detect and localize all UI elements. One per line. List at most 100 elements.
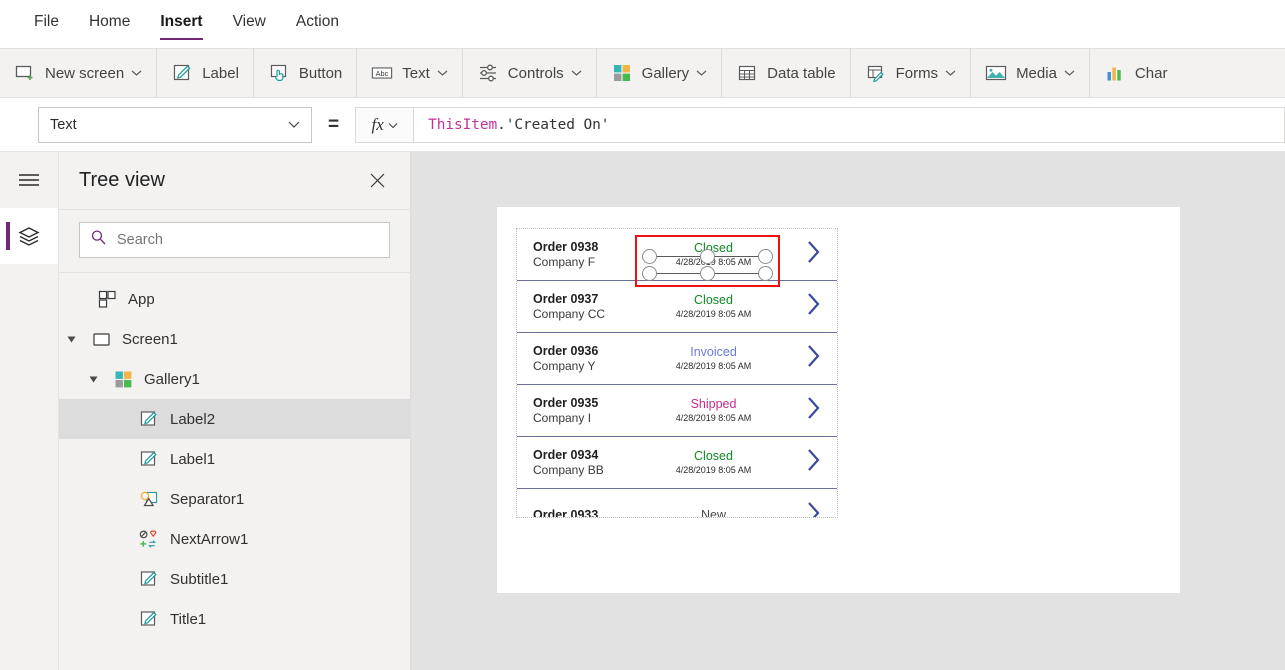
chevron-right-icon[interactable] bbox=[805, 291, 822, 322]
tree-item-nextarrow1[interactable]: NextArrow1 bbox=[59, 519, 410, 559]
menu-item-home[interactable]: Home bbox=[89, 11, 130, 37]
tree-item-screen1[interactable]: Screen1 bbox=[59, 319, 410, 359]
ribbon-media-label: Media bbox=[1016, 64, 1057, 82]
status-label: Closed bbox=[694, 292, 733, 307]
menu-item-insert[interactable]: Insert bbox=[160, 11, 203, 40]
powerapps-studio: File Home Insert View Action New screen bbox=[0, 0, 1285, 670]
tree-item-label1[interactable]: Label1 bbox=[59, 439, 410, 479]
ribbon-controls[interactable]: Controls bbox=[463, 48, 597, 98]
search-icon bbox=[90, 229, 107, 251]
ribbon-gallery[interactable]: Gallery bbox=[597, 48, 723, 98]
gallery-row-left: Order 0933 bbox=[533, 508, 638, 518]
media-image-icon bbox=[985, 62, 1007, 84]
gallery-row-mid: Closed 4/28/2019 8:05 AM bbox=[638, 449, 789, 477]
chevron-right-icon[interactable] bbox=[805, 395, 822, 426]
resize-handle-bottom-left[interactable] bbox=[642, 266, 657, 281]
gallery-grid-icon bbox=[113, 369, 133, 389]
expand-triangle-icon[interactable] bbox=[63, 335, 79, 344]
ribbon-data-table-label: Data table bbox=[767, 64, 836, 82]
ribbon-charts[interactable]: Char bbox=[1090, 48, 1182, 98]
status-label: Shipped bbox=[690, 396, 737, 411]
title-label: Order 0935 bbox=[533, 395, 599, 410]
ribbon-button[interactable]: Button bbox=[254, 48, 358, 98]
title-label: Order 0937 bbox=[533, 291, 599, 306]
ribbon-media[interactable]: Media bbox=[971, 48, 1090, 98]
ribbon-new-screen[interactable]: New screen bbox=[0, 48, 158, 98]
tree-item-label2[interactable]: Label2 bbox=[59, 399, 410, 439]
title-label: Order 0938 bbox=[533, 239, 599, 254]
created-on-label: 4/28/2019 8:05 AM bbox=[675, 360, 752, 371]
formula-input[interactable]: ThisItem .'Created On' bbox=[413, 106, 1285, 143]
gallery-row[interactable]: Order 0937 Company CC Closed 4/28/2019 8… bbox=[517, 281, 837, 333]
tree-item-separator1[interactable]: Separator1 bbox=[59, 479, 410, 519]
formula-token-thisitem: ThisItem bbox=[428, 116, 498, 133]
tree-item-label: Label2 bbox=[170, 410, 216, 428]
tree-item-subtitle1[interactable]: Subtitle1 bbox=[59, 559, 410, 599]
gallery-row-mid: Invoiced 4/28/2019 8:05 AM bbox=[638, 345, 789, 373]
subtitle-label: Company F bbox=[533, 254, 596, 269]
status-label: Closed bbox=[694, 448, 733, 463]
app-canvas[interactable]: Order 0938 Company F Closed 4/28/2019 8:… bbox=[411, 152, 1285, 670]
resize-handle-bottom-right[interactable] bbox=[758, 266, 773, 281]
property-dropdown[interactable]: Text bbox=[38, 106, 312, 143]
label-icon bbox=[139, 569, 159, 589]
fx-button[interactable]: fx bbox=[355, 106, 414, 143]
fx-label: fx bbox=[371, 114, 384, 134]
resize-handle-top-right[interactable] bbox=[758, 249, 773, 264]
chevron-down-icon bbox=[1064, 69, 1075, 77]
menu-item-file[interactable]: File bbox=[34, 11, 59, 37]
chevron-down-icon bbox=[571, 69, 582, 77]
tree-item-title1[interactable]: Title1 bbox=[59, 599, 410, 639]
gallery-row-left: Order 0937 Company CC bbox=[533, 292, 638, 322]
layers-tree-icon[interactable] bbox=[0, 208, 58, 264]
tree-item-gallery1[interactable]: Gallery1 bbox=[59, 359, 410, 399]
text-abc-icon: Abc bbox=[371, 62, 393, 84]
chevron-right-icon[interactable] bbox=[805, 239, 822, 270]
property-dropdown-value: Text bbox=[50, 116, 77, 133]
screen-preview[interactable]: Order 0938 Company F Closed 4/28/2019 8:… bbox=[497, 207, 1180, 593]
search-input[interactable] bbox=[117, 232, 379, 248]
chevron-right-icon[interactable] bbox=[805, 343, 822, 374]
resize-handle-top-left[interactable] bbox=[642, 249, 657, 264]
gallery-row[interactable]: Order 0936 Company Y Invoiced 4/28/2019 … bbox=[517, 333, 837, 385]
tree-item-label: NextArrow1 bbox=[170, 530, 249, 548]
subtitle-label: Company I bbox=[533, 410, 592, 425]
ribbon-data-table[interactable]: Data table bbox=[722, 48, 851, 98]
search-box[interactable] bbox=[79, 222, 390, 258]
chevron-right-icon[interactable] bbox=[805, 500, 822, 517]
ribbon-text-label: Text bbox=[402, 64, 430, 82]
gallery-row-left: Order 0938 Company F bbox=[533, 240, 638, 270]
gallery-row[interactable]: Order 0934 Company BB Closed 4/28/2019 8… bbox=[517, 437, 837, 489]
screen-icon bbox=[91, 329, 111, 349]
label-icon bbox=[139, 449, 159, 469]
title-label: Order 0934 bbox=[533, 447, 599, 462]
resize-handle-bottom-center[interactable] bbox=[700, 266, 715, 281]
ribbon-new-screen-label: New screen bbox=[45, 64, 125, 82]
tree-item-label: App bbox=[128, 290, 155, 308]
menu-item-view[interactable]: View bbox=[233, 11, 266, 37]
gallery-row-left: Order 0934 Company BB bbox=[533, 448, 638, 478]
close-icon[interactable] bbox=[365, 168, 390, 193]
subtitle-label: Company BB bbox=[533, 462, 604, 477]
gallery-row-right bbox=[789, 447, 837, 478]
ribbon-label[interactable]: Label bbox=[157, 48, 254, 98]
expand-triangle-icon[interactable] bbox=[85, 375, 101, 384]
ribbon-forms[interactable]: Forms bbox=[851, 48, 972, 98]
created-on-label: 4/28/2019 8:05 AM bbox=[675, 464, 752, 475]
tree-item-label: Subtitle1 bbox=[170, 570, 229, 588]
tree-view-title: Tree view bbox=[79, 169, 165, 191]
chevron-down-icon bbox=[131, 69, 142, 77]
chevron-right-icon[interactable] bbox=[805, 447, 822, 478]
tree-item-app[interactable]: App bbox=[59, 279, 410, 319]
tree-view-header: Tree view bbox=[59, 152, 410, 210]
menu-item-action[interactable]: Action bbox=[296, 11, 339, 37]
hamburger-menu-icon[interactable] bbox=[0, 152, 58, 208]
subtitle-label: Company Y bbox=[533, 358, 596, 373]
equals-sign: = bbox=[328, 113, 340, 135]
gallery-row-right bbox=[789, 239, 837, 270]
gallery-row[interactable]: Order 0933 New bbox=[517, 489, 837, 518]
resize-handle-top-center[interactable] bbox=[700, 249, 715, 264]
ribbon-text[interactable]: Abc Text bbox=[357, 48, 463, 98]
gallery-row[interactable]: Order 0935 Company I Shipped 4/28/2019 8… bbox=[517, 385, 837, 437]
created-on-label: 4/28/2019 8:05 AM bbox=[675, 308, 752, 319]
